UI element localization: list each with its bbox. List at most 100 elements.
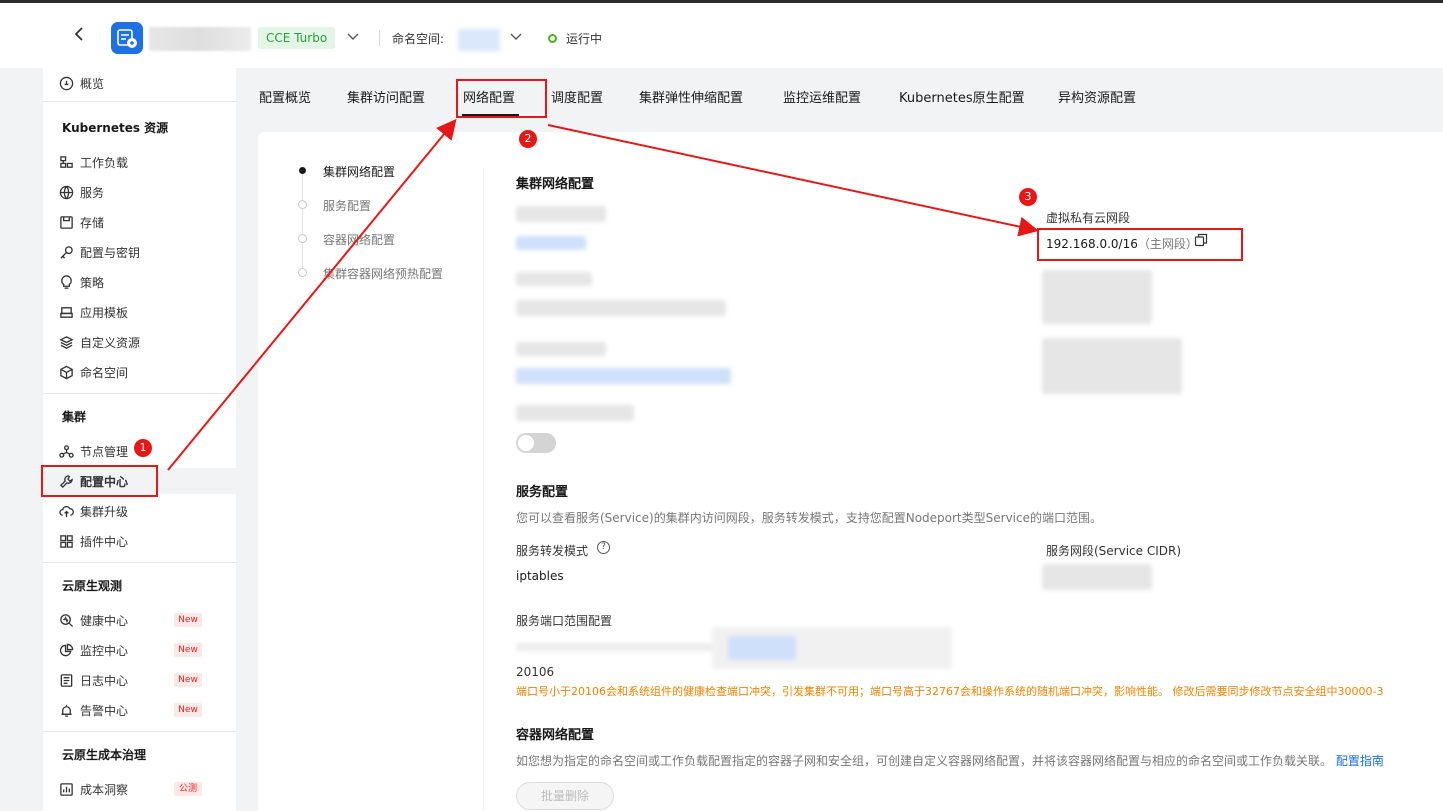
redacted-block [1042, 270, 1152, 324]
sidebar-item-configmaps-secrets[interactable]: 配置与密钥 [59, 243, 140, 261]
anchor-service[interactable]: 服务配置 [323, 197, 371, 214]
config-tabs: 配置概览 集群访问配置 网络配置 调度配置 集群弹性伸缩配置 监控运维配置 Ku… [236, 68, 1443, 122]
cluster-status: 运行中 [566, 32, 603, 46]
namespace-label: 命名空间: [392, 32, 445, 46]
cube-icon [60, 365, 73, 379]
sidebar-item-addons[interactable]: 插件中心 [59, 532, 128, 550]
redacted-field [516, 206, 606, 222]
sidebar-item-storage[interactable]: 存储 [59, 213, 104, 231]
sidebar-item-logs[interactable]: 日志中心 [59, 671, 128, 689]
port-range-label: 服务端口范围配置 [516, 614, 613, 628]
sidebar-item-services[interactable]: 服务 [59, 183, 104, 201]
tab-monitoring-ops[interactable]: 监控运维配置 [783, 87, 861, 106]
anchor-container-network[interactable]: 容器网络配置 [323, 231, 395, 248]
container-network-title: 容器网络配置 [516, 728, 595, 743]
globe-icon [59, 185, 74, 199]
redacted-field [516, 405, 634, 421]
tab-kubernetes-native[interactable]: Kubernetes原生配置 [899, 87, 1025, 106]
redacted-button [728, 636, 796, 660]
help-icon[interactable]: ? [597, 541, 610, 554]
tab-cluster-access[interactable]: 集群访问配置 [347, 87, 425, 106]
network-toggle[interactable] [516, 433, 556, 453]
sidebar-item-overview[interactable]: 概览 [59, 74, 104, 92]
highlight-box-vpc-cidr [1037, 228, 1243, 261]
port-range-slider-track[interactable] [516, 643, 716, 651]
sidebar-item-workloads[interactable]: 工作负载 [59, 153, 128, 171]
storage-icon [60, 215, 73, 229]
redacted-link [516, 236, 586, 250]
anchor-dot [298, 200, 307, 209]
layers-icon [59, 335, 74, 349]
forward-mode-value: iptables [516, 569, 564, 583]
step-badge-1: 1 [134, 439, 152, 457]
sidebar-divider [43, 393, 236, 394]
port-value: 20106 [516, 665, 555, 679]
highlight-box-config-center [41, 465, 158, 497]
tab-autoscaling[interactable]: 集群弹性伸缩配置 [639, 87, 743, 106]
batch-delete-button[interactable]: 批量删除 [516, 782, 614, 810]
health-search-icon [60, 613, 74, 627]
redacted-block [1042, 564, 1152, 590]
sidebar-item-custom-resources[interactable]: 自定义资源 [59, 333, 140, 351]
sidebar-item-health[interactable]: 健康中心 [59, 611, 128, 629]
pie-chart-icon [59, 643, 74, 656]
namespace-chevron-down-icon[interactable] [509, 29, 523, 43]
content-panel [258, 132, 1443, 811]
sidebar-group-k8s: Kubernetes 资源 [62, 121, 169, 135]
step-badge-2: 2 [519, 130, 537, 148]
container-network-desc: 如您想为指定的命名空间或工作负载配置指定的容器子网和安全组，可创建自定义容器网络… [516, 754, 1384, 768]
tab-overview[interactable]: 配置概览 [259, 87, 311, 106]
new-badge: New [174, 673, 202, 687]
sidebar-divider [43, 731, 236, 732]
workload-icon [60, 155, 73, 168]
cloud-upload-icon [59, 505, 74, 517]
redacted-field [516, 272, 592, 286]
forward-mode-label: 服务转发模式 [516, 544, 589, 558]
sidebar-item-templates[interactable]: 应用模板 [59, 303, 128, 321]
vpc-cidr-label: 虚拟私有云网段 [1046, 211, 1131, 225]
grid-icon [60, 534, 73, 548]
anchor-track [302, 173, 303, 273]
anchor-dot [298, 268, 307, 277]
sidebar-group-observe: 云原生观测 [62, 579, 123, 593]
log-icon [60, 673, 73, 687]
step-badge-3: 3 [1019, 188, 1037, 206]
back-arrow-icon[interactable] [70, 24, 90, 44]
anchor-network-warmup[interactable]: 集群容器网络预热配置 [323, 265, 443, 282]
redacted-block [1042, 338, 1182, 394]
tab-scheduling[interactable]: 调度配置 [551, 87, 603, 106]
anchor-cluster-network[interactable]: 集群网络配置 [323, 163, 395, 180]
top-bar: CCE Turbo 命名空间: 运行中 [0, 0, 1443, 68]
sidebar-item-nodes[interactable]: 节点管理 [59, 442, 128, 460]
sidebar-item-upgrade[interactable]: 集群升级 [59, 502, 128, 520]
beta-badge: 公测 [174, 782, 202, 796]
anchor-dot-active [299, 167, 306, 174]
service-config-desc: 您可以查看服务(Service)的集群内访问网段，服务转发模式，支持您配置Nod… [516, 511, 1102, 525]
highlight-box-network-tab [456, 79, 547, 118]
sidebar-item-alarms[interactable]: 告警中心 [59, 701, 128, 719]
header-divider [379, 30, 380, 46]
redacted-field [516, 342, 606, 356]
cluster-switch-chevron-down-icon[interactable] [346, 29, 360, 43]
lightbulb-icon [61, 274, 72, 289]
cluster-icon [111, 22, 143, 54]
redacted-field [516, 300, 726, 316]
overview-icon [59, 76, 74, 90]
namespace-select-redacted[interactable] [458, 29, 500, 51]
alarm-icon [61, 704, 72, 717]
new-badge: New [174, 703, 202, 717]
sidebar-group-cost: 云原生成本治理 [62, 748, 147, 762]
cluster-network-title: 集群网络配置 [516, 177, 595, 192]
config-guide-link[interactable]: 配置指南 [1336, 754, 1384, 768]
tab-heterogeneous[interactable]: 异构资源配置 [1058, 87, 1136, 106]
nodes-icon [59, 444, 74, 458]
sidebar-item-namespaces[interactable]: 命名空间 [59, 363, 128, 381]
sidebar-item-monitoring[interactable]: 监控中心 [59, 641, 128, 659]
port-warning: 端口号小于20106会和系统组件的健康检查端口冲突，引发集群不可用；端口号高于3… [516, 685, 1384, 698]
sidebar-item-policies[interactable]: 策略 [59, 273, 104, 291]
anchor-dot [298, 234, 307, 243]
service-cidr-label: 服务网段(Service CIDR) [1046, 544, 1182, 558]
bar-chart-icon [60, 782, 73, 796]
sidebar-item-cost-insights[interactable]: 成本洞察 [59, 780, 128, 798]
sidebar-divider [43, 101, 236, 102]
